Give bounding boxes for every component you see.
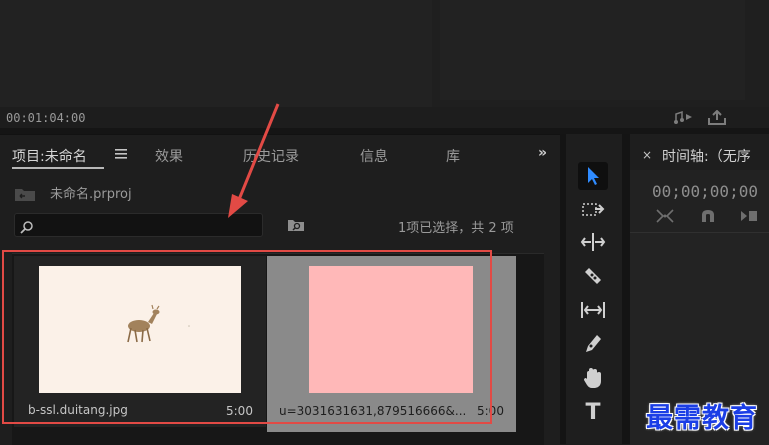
ripple-edit-icon	[580, 233, 606, 251]
slip-icon	[581, 302, 605, 318]
source-monitor-panel	[0, 0, 432, 107]
more-tabs-chevron-icon[interactable]: »	[538, 145, 547, 161]
active-tab-underline	[12, 167, 104, 169]
track-select-icon	[582, 203, 605, 216]
annotation-arrow-icon	[228, 103, 280, 218]
type-tool-button[interactable]: T	[578, 398, 608, 426]
hand-icon	[584, 368, 601, 388]
close-icon[interactable]: ×	[642, 148, 652, 162]
linked-selection-icon[interactable]	[739, 208, 759, 228]
selection-tool-button[interactable]	[578, 162, 608, 190]
project-file-name: 未命名.prproj	[50, 187, 132, 202]
panel-menu-icon[interactable]	[115, 148, 127, 162]
watermark-logo: 最需教育	[646, 403, 758, 434]
timeline-tab-title[interactable]: 时间轴:（无序	[662, 146, 751, 166]
monitor-timecode[interactable]: 00:01:04:00	[6, 111, 85, 125]
ripple-edit-tool-button[interactable]	[578, 228, 608, 256]
razor-tool-button[interactable]	[578, 262, 608, 290]
search-icon	[20, 219, 33, 238]
annotation-highlight-box	[2, 250, 492, 424]
tab-effects[interactable]: 效果	[155, 146, 183, 166]
export-frame-icon[interactable]	[707, 109, 727, 130]
hand-tool-button[interactable]	[578, 364, 608, 392]
timeline-timecode[interactable]: 00;00;00;00	[652, 182, 758, 201]
pen-icon	[586, 335, 601, 352]
program-monitor-video	[440, 0, 745, 100]
track-select-tool-button[interactable]	[578, 196, 608, 224]
audio-music-icon[interactable]	[674, 110, 694, 128]
slip-tool-button[interactable]	[578, 296, 608, 324]
panel-divider[interactable]	[622, 134, 630, 444]
tab-info[interactable]: 信息	[360, 146, 388, 166]
nest-sequence-icon[interactable]	[655, 208, 675, 228]
razor-icon	[585, 268, 601, 284]
arrow-pointer-icon	[588, 167, 599, 185]
project-folder-icon	[14, 186, 36, 206]
pen-tool-button[interactable]	[578, 330, 608, 358]
tab-project[interactable]: 项目:未命名	[12, 146, 87, 166]
snap-magnet-icon[interactable]	[699, 208, 717, 228]
tab-libraries[interactable]: 库	[446, 146, 460, 166]
selection-status-text: 1项已选择，共 2 项	[398, 221, 514, 236]
